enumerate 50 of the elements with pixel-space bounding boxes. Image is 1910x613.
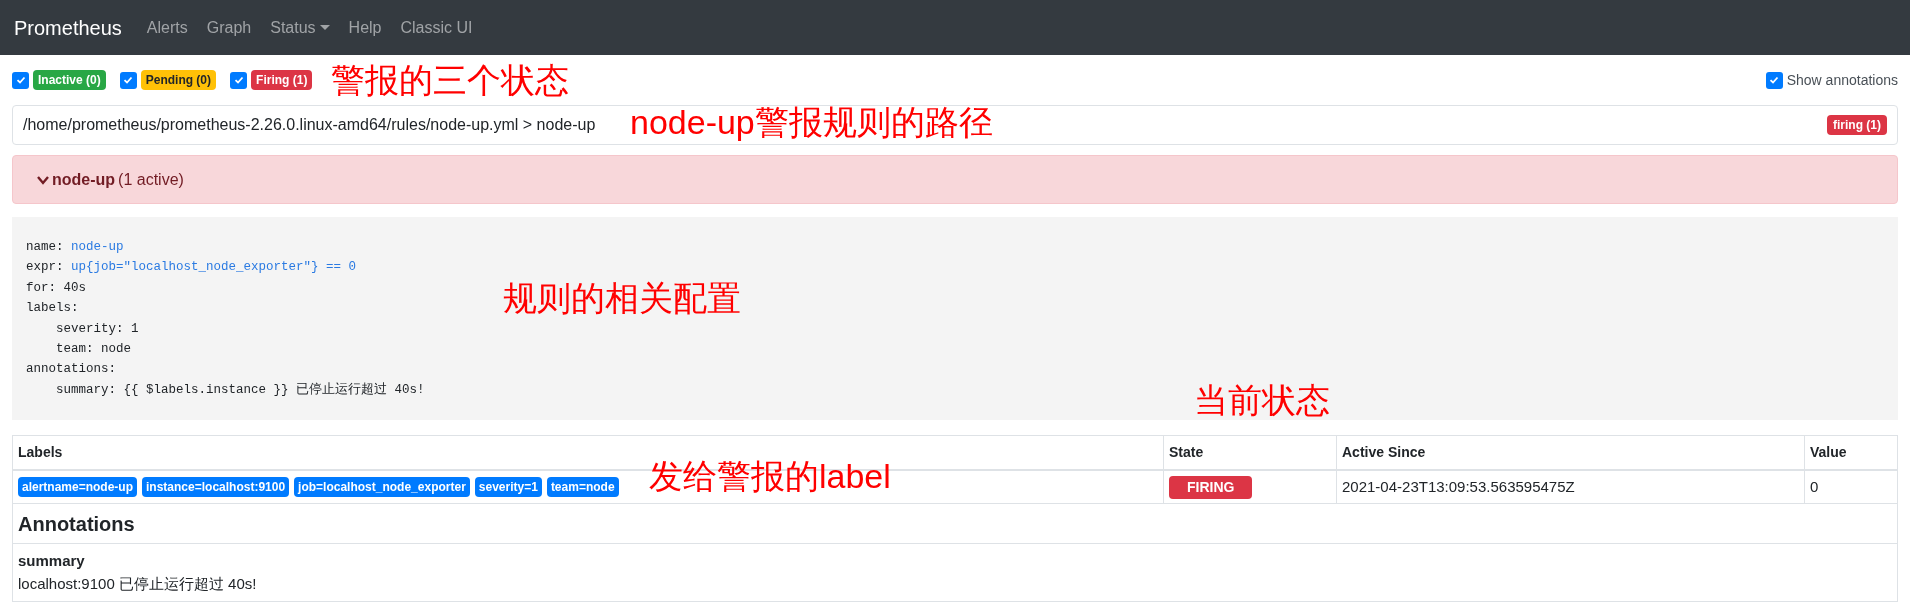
checkbox[interactable] [1765,71,1783,89]
filter-badge: Inactive (0) [33,70,106,90]
state-badge: FIRING [1169,475,1253,499]
alert-name: node-up [52,169,116,190]
label-badge: instance=localhost:9100 [142,477,290,497]
code-line: severity: 1 [56,320,139,338]
nav-link[interactable]: Status [270,15,330,40]
label-badge: alertname=node-up [18,477,138,497]
code-line: annotations: [26,361,116,379]
checkmark-icon [123,75,134,85]
annotation-name: summary [18,551,86,572]
nav-link[interactable]: Classic UI [400,15,473,40]
checkbox[interactable] [12,71,29,89]
label-badge: severity=1 [474,477,542,497]
filter-badge: Firing (1) [251,70,313,90]
show-annotations-checkbox[interactable]: Show annotations [1765,69,1898,91]
annotations-heading: Annotations [12,503,1898,544]
annotation-note: 当前状态 [1194,380,1330,420]
annotation-note: 规则的相关配置 [503,278,741,318]
caret-icon [319,25,330,30]
brand-link[interactable]: Prometheus [14,12,122,43]
annotation-text: localhost:9100 已停止运行超过 40s! [18,573,258,594]
label-badge: job=localhost_node_exporter [294,477,470,497]
code-line: expr: up{job="localhost_node_exporter"} == 0 [26,259,357,277]
annotation-note: 警报的三个状态 [331,60,569,100]
filter-badge: Pending (0) [140,70,217,90]
nav-link[interactable]: Help [348,15,382,40]
code-line: for: 40s [26,279,87,297]
checkmark-icon [233,75,244,85]
checkbox[interactable] [119,71,137,89]
column-header: State [1163,435,1337,470]
annotation-note: node-up警报规则的路径 [630,102,993,142]
code-line: summary: {{ $labels.instance }} 已停止运行超过 40s! [56,381,425,399]
nav-link[interactable]: Graph [206,15,252,40]
alert-header[interactable]: node-up (1 active) [12,155,1898,204]
code-line: labels: [26,300,79,318]
table-cell: 2021-04-23T13:09:53.563595475Z [1336,469,1805,504]
firing-badge: firing (1) [1827,115,1887,135]
alert-count: (1 active) [118,169,184,190]
checkbox[interactable] [230,71,248,89]
label-badge: team=node [546,477,619,497]
checkmark-icon [1769,75,1780,85]
rule-file-path: /home/prometheus/prometheus-2.26.0.linux-amd64/rules/node-up.yml > node-up [23,115,596,135]
column-header: Active Since [1336,435,1805,470]
code-line: name: node-up [26,239,124,256]
nav-link[interactable]: Alerts [146,15,188,40]
table-cell: 0 [1804,469,1898,504]
code-line: team: node [56,341,132,359]
column-header: Value [1804,435,1898,470]
checkmark-icon [15,75,26,85]
